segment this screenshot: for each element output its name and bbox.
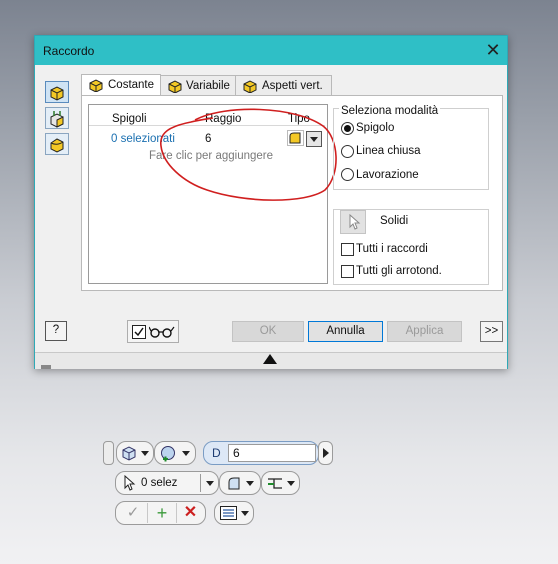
preview-checkbox[interactable]: [132, 325, 146, 339]
add-feature-dropdown[interactable]: [154, 441, 196, 465]
full-round-fillet-tool[interactable]: [45, 133, 69, 155]
chevron-right-icon: [323, 448, 329, 458]
face-fillet-tool[interactable]: [45, 107, 69, 129]
constant-fillet-icon: [89, 79, 103, 92]
help-icon: ?: [52, 324, 60, 336]
resize-grip: [41, 365, 51, 369]
radio-loop-label: Linea chiusa: [356, 145, 421, 157]
divider: [176, 503, 177, 523]
full-round-fillet-icon: [50, 138, 64, 153]
chevron-down-icon: [182, 451, 190, 456]
cancel-x-button[interactable]: ✕: [178, 503, 203, 523]
expand-arrow-icon[interactable]: [263, 354, 277, 364]
all-rounds-label: Tutti gli arrotond.: [356, 265, 442, 277]
chevron-down-icon: [287, 481, 295, 486]
glasses-icon: [149, 326, 175, 338]
all-fillets-label: Tutti i raccordi: [356, 243, 428, 255]
checkmark-icon: [134, 327, 144, 337]
chevron-down-icon: [241, 511, 249, 516]
fillet-mode-dropdown[interactable]: [116, 441, 154, 465]
dialog-title: Raccordo: [43, 44, 95, 58]
close-icon: ✕: [183, 504, 198, 521]
confirm-button[interactable]: ✓: [120, 503, 146, 523]
preview-toggle[interactable]: [127, 320, 179, 343]
options-menu-dropdown[interactable]: [214, 501, 254, 525]
all-rounds-checkbox[interactable]: [341, 265, 354, 278]
variable-fillet-icon: [168, 80, 182, 93]
sphere-add-icon: [161, 446, 175, 462]
edge-fillet-icon: [50, 86, 64, 101]
close-icon[interactable]: ✕: [483, 41, 503, 61]
face-fillet-icon: [50, 111, 64, 128]
cancel-button[interactable]: Annulla: [308, 321, 383, 342]
chevron-down-icon: [206, 481, 214, 486]
tab-constant-label: Costante: [108, 79, 155, 91]
radio-edge-label: Spigolo: [356, 122, 395, 134]
tab-variable-label: Variabile: [186, 80, 230, 92]
radius-expand-button[interactable]: [318, 441, 333, 465]
tab-variable[interactable]: Variabile: [160, 75, 236, 96]
radius-input-group: D 6: [203, 441, 319, 465]
chevron-down-icon: [246, 481, 254, 486]
help-button[interactable]: ?: [45, 321, 67, 341]
vertex-setback-icon: [243, 80, 257, 93]
edge-selector[interactable]: 0 selez: [115, 471, 219, 495]
list-menu-icon: [220, 506, 237, 520]
plus-icon: +: [156, 503, 168, 523]
solids-select-button[interactable]: [340, 210, 366, 234]
ok-button[interactable]: OK: [232, 321, 304, 342]
radio-feature-label: Lavorazione: [356, 169, 419, 181]
edge-chain-dropdown[interactable]: [261, 471, 300, 495]
cursor-arrow-icon: [124, 475, 136, 491]
more-options-button[interactable]: >>: [480, 321, 503, 342]
solid-box-icon: [122, 446, 136, 461]
fillet-type-mini-dropdown[interactable]: [219, 471, 261, 495]
apply-add-button[interactable]: +: [149, 503, 175, 523]
cursor-arrow-icon: [349, 213, 361, 230]
minitoolbar-grip[interactable]: [103, 441, 114, 465]
tab-constant[interactable]: Costante: [81, 74, 161, 97]
title-bar[interactable]: Raccordo ✕: [35, 36, 507, 65]
fillet-type-icon: [228, 477, 240, 490]
selection-count: 0 selez: [141, 477, 178, 489]
red-annotation-ellipse: [160, 108, 337, 201]
edge-fillet-tool[interactable]: [45, 81, 69, 103]
radio-edge[interactable]: [341, 122, 354, 135]
dialog-bottom-bar: [35, 352, 507, 369]
edge-chain-icon: [268, 478, 282, 489]
radio-loop[interactable]: [341, 145, 354, 158]
column-header-edges: Spigoli: [112, 113, 147, 125]
divider: [200, 474, 201, 492]
selection-mode-title: Seleziona modalità: [339, 105, 441, 117]
solids-label: Solidi: [380, 215, 409, 227]
checkmark-icon: ✓: [126, 504, 140, 521]
dimension-label: D: [212, 446, 221, 460]
action-buttons-group: ✓ + ✕: [115, 501, 206, 525]
radio-feature[interactable]: [341, 168, 354, 181]
divider: [147, 503, 148, 523]
fillet-dialog: Raccordo ✕ Costante Variabile Aspetti ve…: [34, 35, 508, 369]
all-fillets-checkbox[interactable]: [341, 243, 354, 256]
chevron-down-icon: [141, 451, 149, 456]
radius-input-value: 6: [233, 446, 240, 460]
radius-input[interactable]: 6: [228, 444, 316, 462]
tab-vertex-setback-label: Aspetti vert.: [262, 80, 323, 92]
apply-button[interactable]: Applica: [387, 321, 462, 342]
tab-vertex-setback[interactable]: Aspetti vert.: [235, 75, 332, 96]
